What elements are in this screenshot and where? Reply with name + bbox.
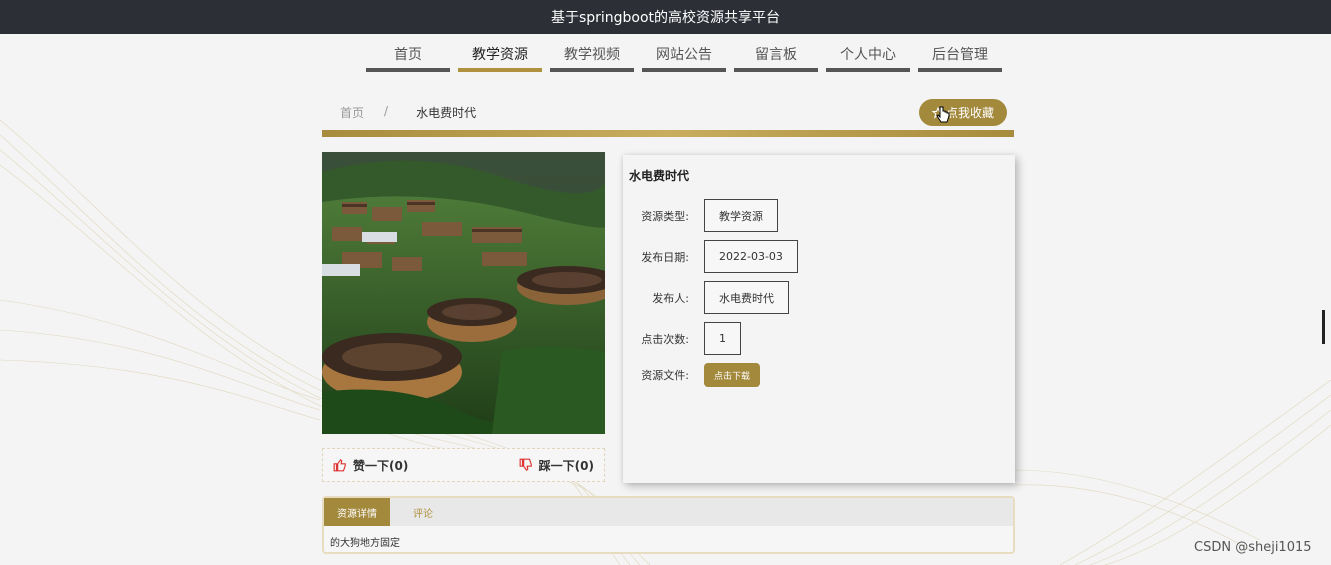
clicks-row: 点击次数: 1 bbox=[623, 322, 741, 355]
like-button[interactable]: 赞一下(0) bbox=[333, 457, 408, 474]
breadcrumb-current: 水电费时代 bbox=[416, 106, 477, 120]
clicks-value: 1 bbox=[704, 322, 741, 355]
detail-tabs: 资源详情 评论 的大狗地方固定 bbox=[322, 496, 1015, 554]
publisher-label: 发布人: bbox=[652, 291, 689, 305]
app-title: 基于springboot的高校资源共享平台 bbox=[550, 10, 781, 26]
tabs-header: 资源详情 评论 bbox=[324, 498, 1013, 526]
file-label: 资源文件: bbox=[641, 369, 689, 382]
pointer-cursor-icon bbox=[936, 106, 950, 123]
app-title-bar: 基于springboot的高校资源共享平台 bbox=[0, 0, 1331, 34]
publisher-value: 水电费时代 bbox=[704, 281, 789, 314]
nav-item-personal-center[interactable]: 个人中心 bbox=[826, 40, 910, 72]
type-label: 资源类型: bbox=[641, 209, 689, 223]
publisher-row: 发布人: 水电费时代 bbox=[623, 281, 789, 314]
type-row: 资源类型: 教学资源 bbox=[623, 199, 778, 232]
nav-item-teaching-videos[interactable]: 教学视频 bbox=[550, 40, 634, 72]
watermark: CSDN @sheji1015 bbox=[1194, 540, 1312, 555]
file-row: 资源文件: 点击下载 bbox=[623, 363, 761, 387]
thumbs-up-icon bbox=[333, 458, 346, 472]
date-value: 2022-03-03 bbox=[704, 240, 798, 273]
breadcrumb-home[interactable]: 首页 bbox=[340, 104, 364, 121]
clicks-label: 点击次数: bbox=[641, 332, 689, 346]
main-nav: 首页 教学资源 教学视频 网站公告 留言板 个人中心 后台管理 bbox=[366, 40, 1002, 74]
favorite-label: 点我收藏 bbox=[945, 106, 994, 120]
scrollbar-thumb[interactable] bbox=[1322, 310, 1325, 344]
breadcrumb-separator: / bbox=[384, 104, 389, 118]
vote-bar: 赞一下(0) 踩一下(0) bbox=[322, 448, 605, 482]
tab-comments[interactable]: 评论 bbox=[390, 498, 456, 526]
resource-info-card: 水电费时代 资源类型: 教学资源 发布日期: 2022-03-03 发布人: 水… bbox=[623, 155, 1015, 483]
like-label: 赞一下(0) bbox=[353, 458, 409, 473]
thumbs-down-icon bbox=[519, 458, 532, 472]
nav-item-home[interactable]: 首页 bbox=[366, 40, 450, 72]
date-label: 发布日期: bbox=[641, 250, 689, 264]
nav-item-announcements[interactable]: 网站公告 bbox=[642, 40, 726, 72]
dislike-label: 踩一下(0) bbox=[538, 458, 594, 473]
nav-item-teaching-resources[interactable]: 教学资源 bbox=[458, 40, 542, 72]
breadcrumb: 首页 / 水电费时代 bbox=[340, 104, 476, 121]
resource-title: 水电费时代 bbox=[629, 169, 690, 183]
nav-item-admin[interactable]: 后台管理 bbox=[918, 40, 1002, 72]
resource-image bbox=[322, 152, 605, 434]
nav-item-message-board[interactable]: 留言板 bbox=[734, 40, 818, 72]
tab-content: 的大狗地方固定 bbox=[330, 538, 400, 549]
date-row: 发布日期: 2022-03-03 bbox=[623, 240, 798, 273]
download-button[interactable]: 点击下载 bbox=[704, 363, 761, 387]
tab-resource-details[interactable]: 资源详情 bbox=[324, 498, 390, 526]
section-divider bbox=[322, 130, 1014, 137]
favorite-button[interactable]: 点我收藏 bbox=[919, 99, 1007, 126]
type-value: 教学资源 bbox=[704, 199, 778, 232]
dislike-button[interactable]: 踩一下(0) bbox=[519, 457, 594, 474]
